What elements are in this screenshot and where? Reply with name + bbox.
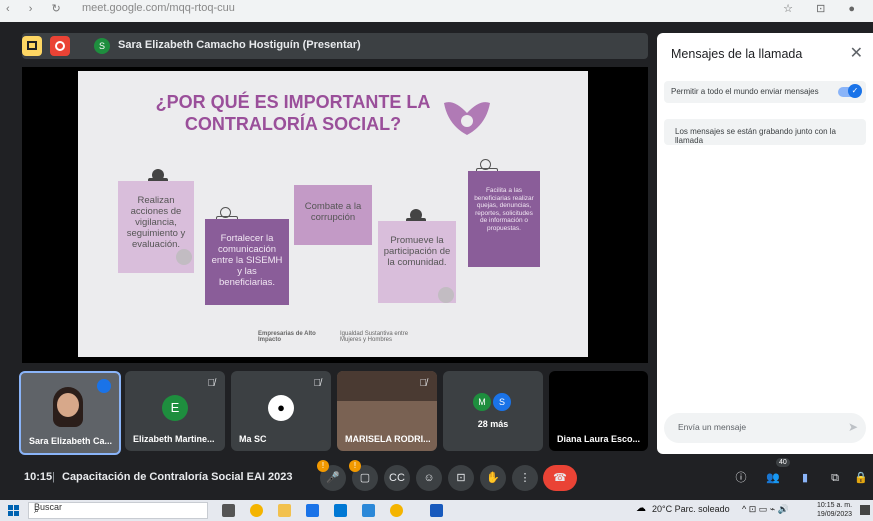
participant-tile-2[interactable]: 🎙̸ E Elizabeth Martine... <box>125 371 225 451</box>
presenter-bar: S Sara Elizabeth Camacho Hostiguín (Pres… <box>22 33 648 59</box>
emoji-icon[interactable]: ☺ <box>416 465 442 491</box>
clock-time: 10:15 a. m. <box>817 502 853 509</box>
allow-messages-label: Permitir a todo el mundo enviar mensajes <box>671 87 819 96</box>
slide: ¿POR QUÉ ES IMPORTANTE LA CONTRALORÍA SO… <box>78 71 588 357</box>
camera-button[interactable]: ▢! <box>349 460 378 491</box>
recording-notice-text: Los mensajes se están grabando junto con… <box>675 127 836 145</box>
mail-icon[interactable] <box>334 504 347 517</box>
participant-tile-1[interactable]: Sara Elizabeth Ca... <box>19 371 121 455</box>
tray-icons[interactable]: ^ ⊡ ▭ ⌁ 🔊 <box>742 504 789 515</box>
end-call-button[interactable]: ☎ <box>543 465 577 491</box>
message-input-container: ➤ <box>664 413 866 443</box>
chat-panel-title: Mensajes de la llamada <box>671 47 803 61</box>
word-icon[interactable] <box>430 504 443 517</box>
allow-messages-row: Permitir a todo el mundo enviar mensajes <box>664 81 866 103</box>
slide-footer: Empresarias de Alto Impacto Igualdad Sus… <box>258 329 438 345</box>
store-icon[interactable] <box>306 504 319 517</box>
people-icon[interactable]: 👥 <box>760 465 786 491</box>
meeting-controls-bar: 10:15 | Capacitación de Contraloría Soci… <box>0 458 873 497</box>
send-icon[interactable]: ➤ <box>848 420 858 434</box>
mic-off-icon: 🎙̸ <box>207 378 216 389</box>
heart-logo-icon <box>444 102 490 135</box>
speaking-icon <box>97 379 111 393</box>
more-options-icon[interactable]: ⋮ <box>512 465 538 491</box>
weather-icon: ☁ <box>636 503 646 514</box>
close-icon[interactable]: ✕ <box>850 43 863 63</box>
weather-text[interactable]: 20°C Parc. soleado <box>652 504 730 514</box>
windows-taskbar: ⌕ Buscar ☁ 20°C Parc. soleado ^ ⊡ ▭ ⌁ 🔊 … <box>0 500 873 521</box>
captions-icon[interactable]: CC <box>384 465 410 491</box>
participant-tile-more[interactable]: M S 28 más <box>443 371 543 451</box>
participant-avatar: E <box>162 395 188 421</box>
stop-presenting-button[interactable] <box>50 36 70 56</box>
dot <box>176 249 192 265</box>
video-feed-face <box>57 393 79 417</box>
allow-messages-toggle[interactable] <box>838 84 862 98</box>
clock-date: 19/09/2023 <box>817 511 853 518</box>
separator: | <box>52 471 55 483</box>
participant-name: Ma SC <box>239 434 267 444</box>
chrome-icon[interactable] <box>390 504 403 517</box>
lock-icon[interactable]: 🔒 <box>848 465 873 491</box>
mic-warning-badge: ! <box>317 460 329 472</box>
note-5: Facilita a las beneficiarias realizar qu… <box>468 171 540 267</box>
camera-warning-badge: ! <box>349 460 361 472</box>
participant-tile-6[interactable]: Diana Laura Esco... <box>549 371 648 451</box>
notifications-icon[interactable] <box>860 505 870 515</box>
activities-icon[interactable]: ⧉ <box>822 465 848 491</box>
footer-right: Igualdad Sustantiva entre Mujeres y Homb… <box>340 331 409 343</box>
participant-tile-4[interactable]: 🎙̸ MARISELA RODRI... <box>337 371 437 451</box>
mic-off-icon: 🎙̸ <box>313 378 322 389</box>
present-screen-icon[interactable]: ⊡ <box>448 465 474 491</box>
chrome-icon[interactable] <box>250 504 263 517</box>
presenter-label: Sara Elizabeth Camacho Hostiguín (Presen… <box>118 39 361 51</box>
people-count-badge: 40 <box>776 458 790 467</box>
participant-avatar: M <box>473 393 491 411</box>
info-icon[interactable]: ⓘ <box>728 465 754 491</box>
note-3: Combate a la corrupción <box>294 185 372 245</box>
browser-actions-icons[interactable]: ☆ ⊡ ● <box>783 2 865 15</box>
mic-off-icon: 🎙̸ <box>419 378 428 389</box>
slide-title: ¿POR QUÉ ES IMPORTANTE LA CONTRALORÍA SO… <box>155 92 431 134</box>
present-icon[interactable] <box>22 36 42 56</box>
windows-start-icon[interactable] <box>8 505 19 516</box>
task-view-icon[interactable] <box>222 504 235 517</box>
dot <box>438 287 454 303</box>
app-icon[interactable] <box>362 504 375 517</box>
note-2: Fortalecer la comunicación entre la SISE… <box>205 219 289 305</box>
participant-name: Elizabeth Martine... <box>133 434 215 444</box>
participant-avatar: S <box>493 393 511 411</box>
recording-notice: Los mensajes se están grabando junto con… <box>664 119 866 145</box>
participant-tile-3[interactable]: 🎙̸ ● Ma SC <box>231 371 331 451</box>
raise-hand-icon[interactable]: ✋ <box>480 465 506 491</box>
chat-panel: Mensajes de la llamada ✕ Permitir a todo… <box>657 33 873 454</box>
more-participants-count: 28 más <box>477 419 509 429</box>
message-input[interactable] <box>676 421 830 433</box>
participant-avatar-image: ● <box>268 395 294 421</box>
participant-name: MARISELA RODRI... <box>345 434 431 444</box>
participant-name: Sara Elizabeth Ca... <box>29 436 113 446</box>
meeting-title: Capacitación de Contraloría Social EAI 2… <box>62 471 293 483</box>
browser-nav-icons[interactable]: ‹ › ↻ <box>6 2 69 15</box>
mic-button[interactable]: 🎤! <box>317 460 346 491</box>
presenter-avatar: S <box>94 38 110 54</box>
address-bar[interactable]: meet.google.com/mqq-rtoq-cuu <box>82 2 235 14</box>
footer-left: Empresarias de Alto Impacto <box>258 331 316 343</box>
meeting-time: 10:15 <box>24 471 53 483</box>
taskbar-clock[interactable]: 10:15 a. m. 19/09/2023 <box>817 501 852 519</box>
browser-toolbar: ‹ › ↻ meet.google.com/mqq-rtoq-cuu ☆ ⊡ ● <box>0 0 873 22</box>
taskbar-search-placeholder: Buscar <box>34 502 63 512</box>
file-explorer-icon[interactable] <box>278 504 291 517</box>
chat-icon[interactable]: ▮ <box>792 465 818 491</box>
participant-name: Diana Laura Esco... <box>557 434 641 444</box>
